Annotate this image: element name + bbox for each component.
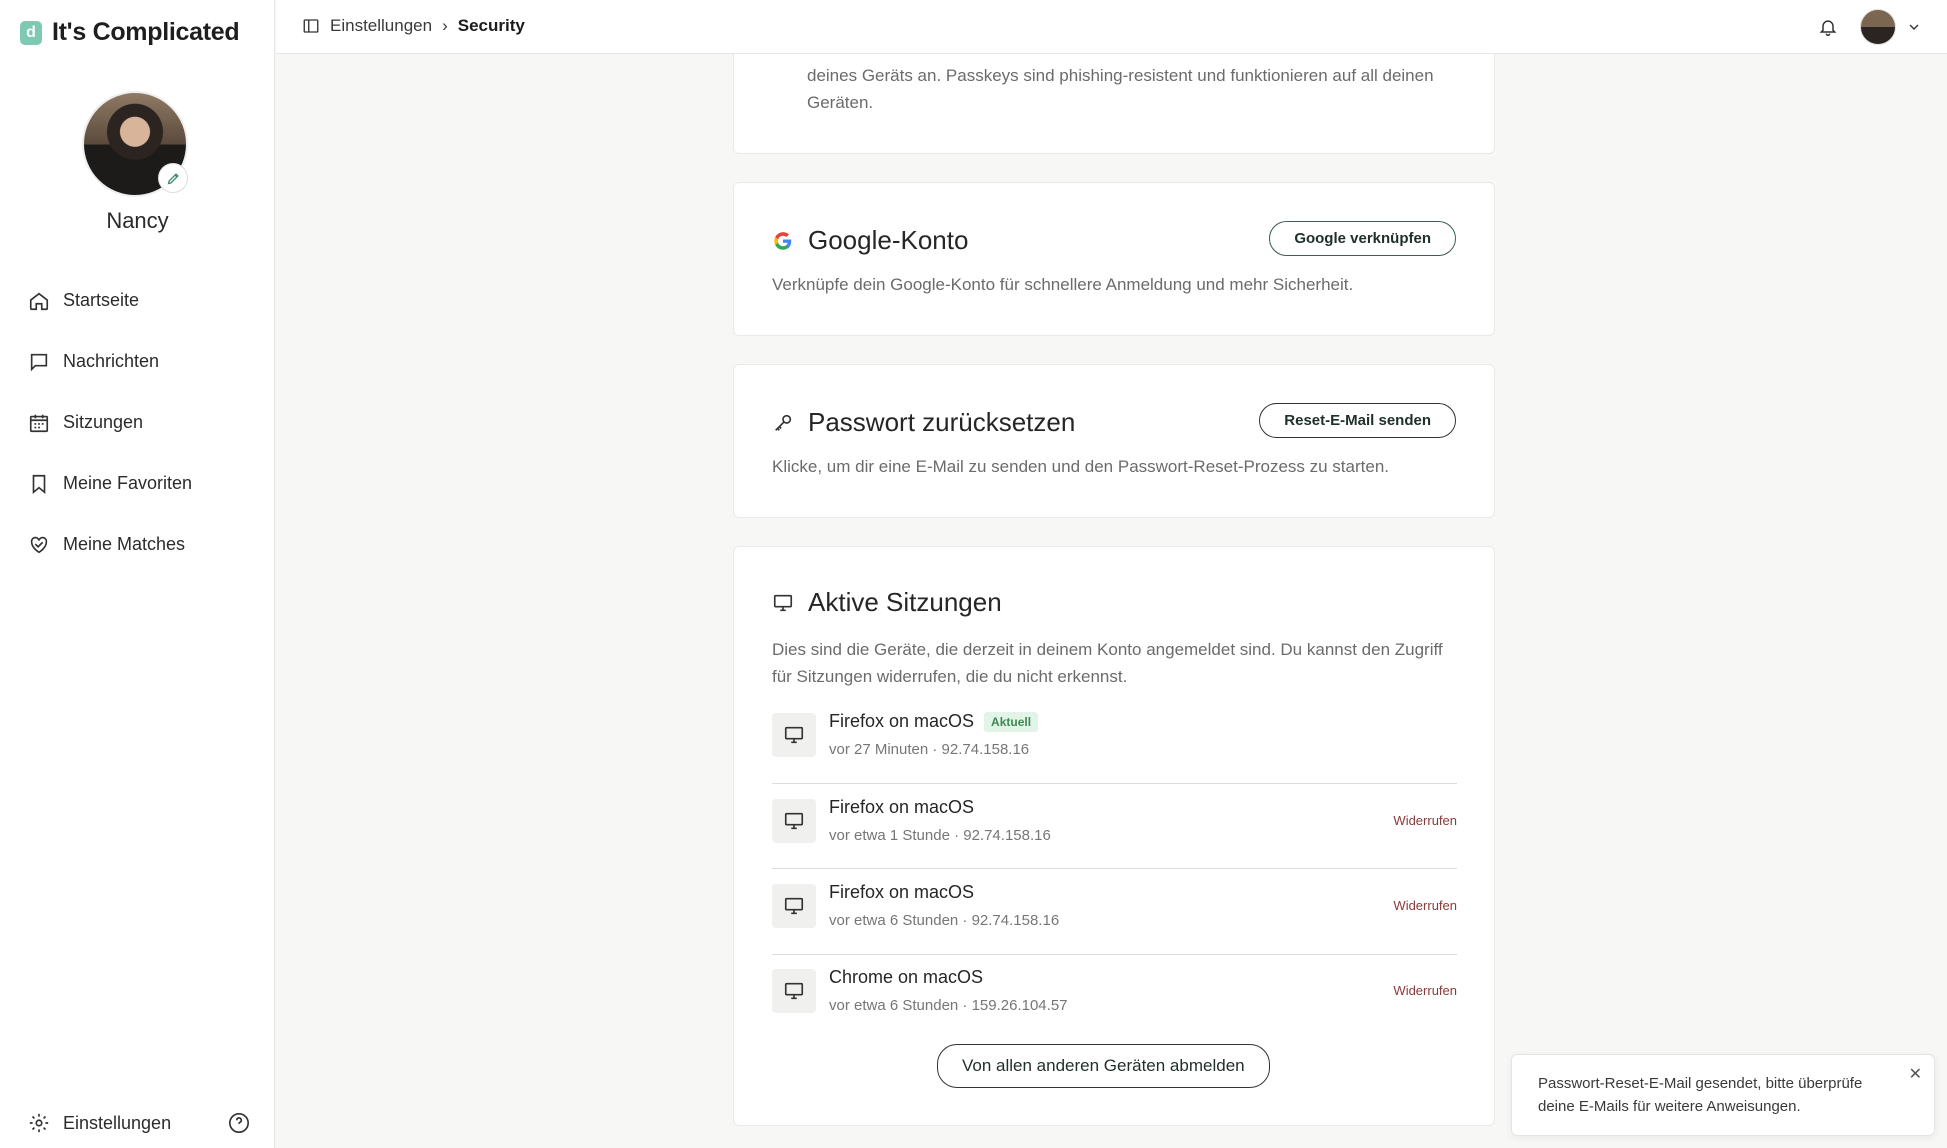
session-row: Firefox on macOS Aktuell vor 27 Minuten …: [772, 711, 1457, 798]
current-session-badge: Aktuell: [984, 711, 1039, 732]
monitor-icon: [784, 982, 804, 1000]
settings-link[interactable]: Einstellungen: [28, 1112, 171, 1134]
bookmark-icon: [32, 474, 46, 494]
avatar: [1860, 9, 1896, 45]
google-title-row: Google-Konto: [772, 225, 968, 256]
pencil-icon: [167, 172, 179, 184]
link-google-button[interactable]: Google verknüpfen: [1269, 221, 1456, 256]
calendar-icon: [29, 414, 49, 432]
message-icon: [30, 353, 48, 371]
session-row: Chrome on macOS vor etwa 6 Stunden · 159…: [772, 967, 1457, 1054]
sessions-description: Dies sind die Geräte, die derzeit in dei…: [772, 640, 1443, 686]
revoke-session-button[interactable]: Widerrufen: [1393, 898, 1457, 913]
sidebar-item-matches[interactable]: Meine Matches: [28, 514, 192, 575]
breadcrumb-parent[interactable]: Einstellungen: [330, 16, 432, 36]
close-icon[interactable]: ✕: [1909, 1064, 1922, 1084]
session-meta: vor etwa 6 Stunden · 159.26.104.57: [829, 997, 1068, 1014]
sessions-title-row: Aktive Sitzungen: [772, 587, 1002, 618]
settings-label: Einstellungen: [63, 1112, 172, 1133]
topbar: Einstellungen › Security: [276, 0, 1947, 54]
sidebar-item-favorites[interactable]: Meine Favoriten: [28, 453, 192, 514]
heart-handshake-icon: [30, 536, 48, 553]
password-description: Klicke, um dir eine E-Mail zu senden und…: [772, 457, 1389, 476]
sidebar-nav: Startseite Nachrichten Sitzungen Meine F…: [28, 270, 192, 575]
monitor-icon: [784, 812, 804, 830]
breadcrumb: Einstellungen › Security: [302, 16, 525, 36]
sidebar-footer: Einstellungen: [28, 1112, 250, 1134]
session-name-row: Firefox on macOS: [829, 882, 974, 903]
sidebar-item-home[interactable]: Startseite: [28, 270, 192, 331]
sidebar-item-sessions[interactable]: Sitzungen: [28, 392, 192, 453]
breadcrumb-current: Security: [457, 16, 525, 35]
username: Nancy: [106, 208, 169, 233]
session-name: Firefox on macOS: [829, 882, 975, 902]
divider: [772, 954, 1457, 955]
session-row: Firefox on macOS vor etwa 6 Stunden · 92…: [772, 882, 1457, 969]
sidebar-item-label: Startseite: [63, 290, 140, 310]
device-icon-wrap: [772, 884, 816, 928]
gear-icon: [29, 1113, 49, 1133]
session-name: Firefox on macOS: [829, 711, 975, 731]
monitor-icon: [784, 726, 804, 744]
breadcrumb-separator: ›: [442, 16, 448, 35]
session-name-row: Firefox on macOS: [829, 797, 974, 818]
device-icon-wrap: [772, 799, 816, 843]
session-meta: vor etwa 1 Stunde · 92.74.158.16: [829, 827, 1051, 844]
help-icon[interactable]: [228, 1112, 250, 1134]
logout-all-devices-button[interactable]: Von allen anderen Geräten abmelden: [937, 1044, 1270, 1088]
sidebar-item-label: Meine Matches: [63, 534, 186, 554]
sidebar-item-label: Meine Favoriten: [63, 473, 193, 493]
session-name: Chrome on macOS: [829, 967, 984, 987]
google-description: Verknüpfe dein Google-Konto für schnelle…: [772, 275, 1354, 294]
bell-icon[interactable]: [1818, 17, 1838, 37]
session-name: Firefox on macOS: [829, 797, 975, 817]
google-card: Google-Konto Google verknüpfen Verknüpfe…: [733, 182, 1495, 336]
key-icon: [775, 414, 792, 431]
password-card: Passwort zurücksetzen Reset-E-Mail sende…: [733, 364, 1495, 518]
sidebar-toggle-icon[interactable]: [302, 17, 320, 35]
edit-avatar-button[interactable]: [158, 163, 188, 193]
passkey-description: deines Geräts an. Passkeys sind phishing…: [807, 66, 1434, 112]
session-meta: vor 27 Minuten · 92.74.158.16: [829, 741, 1030, 758]
divider: [772, 783, 1457, 784]
sidebar-item-label: Nachrichten: [63, 351, 160, 371]
user-menu[interactable]: [1860, 9, 1922, 45]
password-title: Passwort zurücksetzen: [808, 407, 1076, 437]
monitor-icon: [784, 897, 804, 915]
send-reset-email-button[interactable]: Reset-E-Mail senden: [1259, 403, 1456, 438]
monitor-icon: [773, 594, 793, 611]
device-icon-wrap: [772, 713, 816, 757]
revoke-session-button[interactable]: Widerrufen: [1393, 813, 1457, 828]
sessions-card: Aktive Sitzungen Dies sind die Geräte, d…: [733, 546, 1495, 1126]
password-title-row: Passwort zurücksetzen: [772, 407, 1075, 438]
logo-mark: d: [20, 20, 42, 45]
toast-notification: Passwort-Reset-E-Mail gesendet, bitte üb…: [1511, 1054, 1935, 1136]
app-name: It's Complicated: [52, 18, 240, 46]
session-name-row: Chrome on macOS: [829, 967, 983, 988]
sidebar-item-label: Sitzungen: [63, 412, 144, 432]
topbar-actions: [1818, 9, 1922, 45]
session-row: Firefox on macOS vor etwa 1 Stunde · 92.…: [772, 797, 1457, 884]
sidebar-item-messages[interactable]: Nachrichten: [28, 331, 192, 392]
divider: [772, 868, 1457, 869]
session-name-row: Firefox on macOS Aktuell: [829, 711, 1039, 732]
session-meta: vor etwa 6 Stunden · 92.74.158.16: [829, 912, 1060, 929]
device-icon-wrap: [772, 969, 816, 1013]
google-title: Google-Konto: [808, 225, 969, 255]
home-icon: [29, 292, 49, 310]
google-icon: [774, 231, 792, 250]
toast-message: Passwort-Reset-E-Mail gesendet, bitte üb…: [1538, 1075, 1863, 1115]
app-logo[interactable]: d It's Complicated: [20, 18, 240, 47]
sidebar: d It's Complicated Nancy Startseite Nach…: [0, 0, 275, 1148]
profile-avatar-wrap: [82, 91, 188, 197]
chevron-down-icon: [1909, 24, 1919, 30]
revoke-session-button[interactable]: Widerrufen: [1393, 983, 1457, 998]
sessions-title: Aktive Sitzungen: [808, 587, 1002, 617]
